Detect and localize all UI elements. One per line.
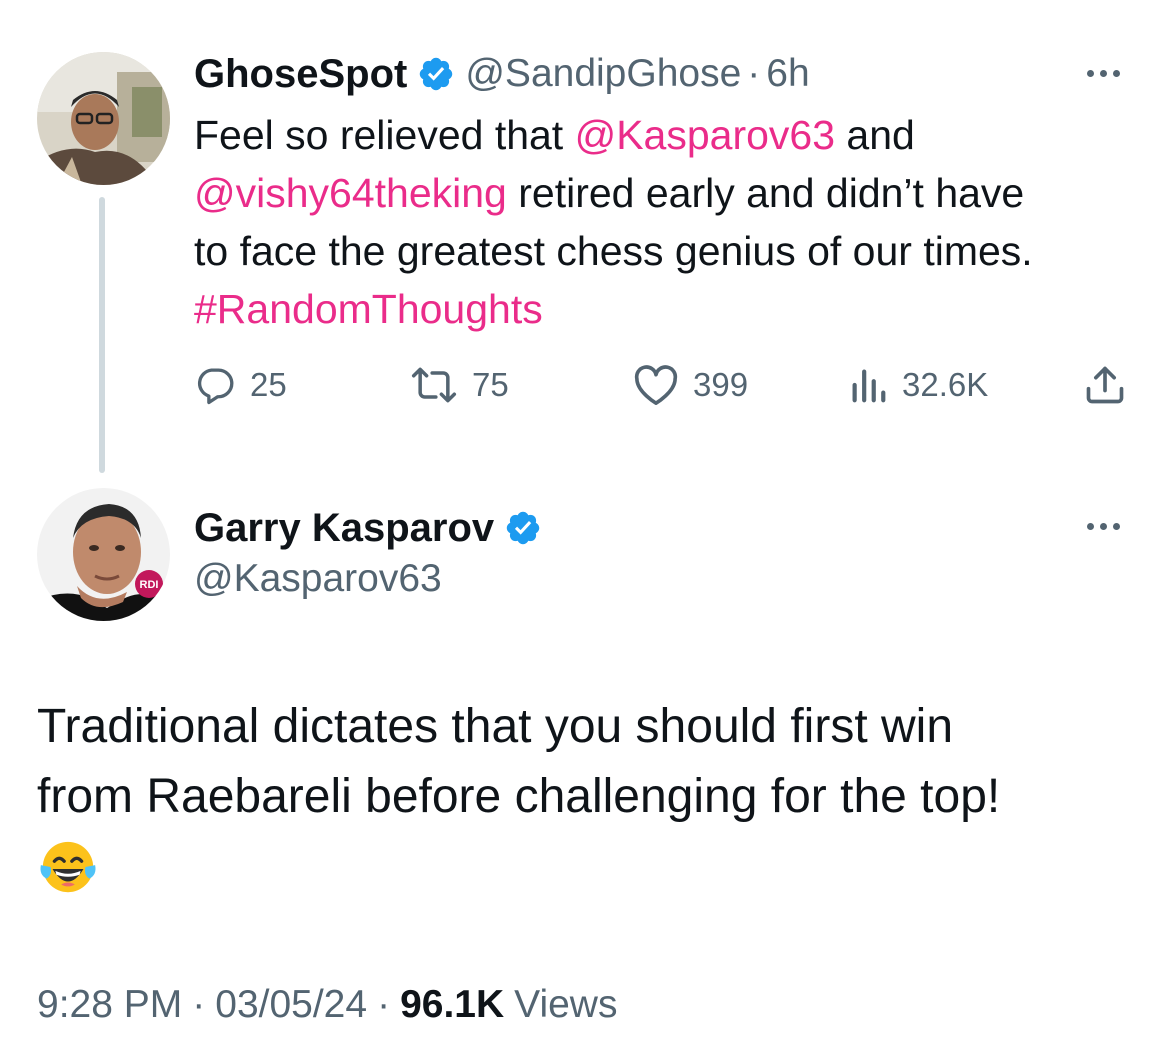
verified-badge-icon: [420, 57, 453, 91]
tweet-text-line: to face the greatest chess genius of our…: [194, 222, 1144, 280]
parent-tweet-text: Feel so relieved that @Kasparov63 and @vi…: [194, 106, 1144, 338]
footer-date[interactable]: 03/05/24: [215, 983, 367, 1027]
reply-button[interactable]: 25: [194, 362, 287, 408]
footer-separator: ·: [192, 983, 206, 1026]
mention-link[interactable]: @Kasparov63: [575, 112, 835, 158]
footer-separator: ·: [377, 983, 391, 1026]
like-count: 399: [693, 366, 749, 403]
tweet-text-line: #RandomThoughts: [194, 280, 1144, 338]
like-button[interactable]: 399: [633, 362, 748, 408]
analytics-icon: [852, 369, 886, 403]
reply-text-line-2: from Raebareli before challenging for th…: [37, 770, 1001, 823]
reply-icon: [198, 368, 234, 405]
handle[interactable]: @SandipGhose: [465, 52, 741, 96]
more-options-icon[interactable]: [1087, 70, 1120, 77]
view-count: 32.6K: [902, 366, 989, 403]
reply-text-line-1: Traditional dictates that you should fir…: [37, 700, 954, 753]
reply-tweet-text: Traditional dictates that you should fir…: [37, 692, 1137, 898]
repost-button[interactable]: 75: [410, 362, 509, 408]
tweet-text-segment: to face the greatest chess genius of our…: [194, 228, 1033, 274]
display-name-kasparov[interactable]: Garry Kasparov: [194, 506, 494, 551]
tweet-age[interactable]: 6h: [766, 52, 809, 96]
display-name[interactable]: GhoseSpot: [194, 52, 407, 97]
share-button[interactable]: [1083, 362, 1127, 408]
verified-badge-icon: [506, 511, 540, 545]
avatar-ghosespot[interactable]: [37, 52, 170, 185]
face-with-tears-of-joy-icon: [40, 841, 96, 893]
separator-dot: ·: [747, 52, 761, 95]
handle-kasparov[interactable]: @Kasparov63: [194, 557, 442, 601]
more-options-icon[interactable]: [1087, 523, 1120, 530]
repost-icon: [411, 367, 457, 403]
heart-icon: [634, 365, 678, 405]
repost-count: 75: [472, 366, 509, 403]
tweet-text-line: Feel so relieved that @Kasparov63 and: [194, 106, 1144, 164]
reply-tweet-header: Garry Kasparov: [194, 503, 552, 553]
footer-time[interactable]: 9:28 PM: [37, 983, 182, 1027]
rdi-badge: RDI: [140, 579, 159, 591]
tweet-text-segment: retired early and didn’t have: [506, 170, 1025, 216]
mention-link[interactable]: @vishy64theking: [194, 170, 507, 216]
thread-line: [99, 197, 105, 473]
hashtag-link[interactable]: #RandomThoughts: [194, 286, 543, 332]
tweet-footer: 9:28 PM · 03/05/24 · 96.1K Views: [37, 980, 617, 1030]
tweet-text-segment: Feel so relieved that: [194, 112, 575, 158]
footer-views-label[interactable]: Views: [514, 983, 617, 1027]
avatar-kasparov[interactable]: RDI: [37, 488, 170, 621]
reply-count: 25: [250, 366, 287, 403]
parent-tweet-header: GhoseSpot @SandipGhose · 6h: [194, 50, 810, 98]
views-button[interactable]: 32.6K: [848, 362, 988, 408]
tweet-text-line: @vishy64theking retired early and didn’t…: [194, 164, 1144, 222]
tweet-text-segment: and: [835, 112, 915, 158]
footer-views-count[interactable]: 96.1K: [400, 983, 504, 1027]
share-icon: [1086, 366, 1124, 404]
